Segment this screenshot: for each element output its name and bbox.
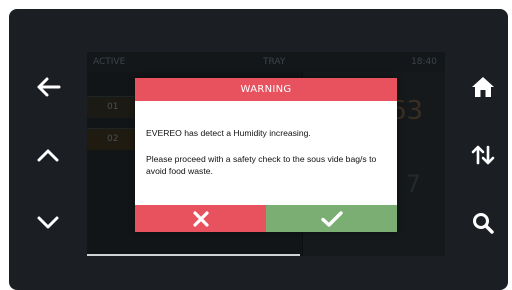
home-icon: [472, 77, 494, 97]
cancel-button[interactable]: [135, 205, 266, 232]
dialog-message: EVEREO has detect a Humidity increasing.: [146, 128, 311, 138]
tray-number: 01: [107, 102, 119, 112]
close-icon: [192, 210, 209, 227]
chevron-down-icon: [37, 216, 59, 229]
tray-number: 02: [107, 134, 119, 144]
chevron-up-icon: [37, 149, 59, 162]
scroll-down-button[interactable]: [30, 205, 66, 241]
search-icon: [473, 213, 494, 234]
home-button[interactable]: [465, 69, 501, 105]
scroll-up-button[interactable]: [30, 137, 66, 173]
progress-line: [87, 254, 300, 256]
header-title: TRAY: [263, 57, 286, 67]
swap-vertical-icon: [471, 145, 495, 165]
sort-button[interactable]: [465, 137, 501, 173]
search-button[interactable]: [465, 205, 501, 241]
warning-dialog: WARNING EVEREO has detect a Humidity inc…: [135, 78, 397, 232]
screen-header: ACTIVE TRAY 18:40: [87, 52, 445, 72]
dialog-instruction: Please proceed with a safety check to th…: [146, 154, 377, 176]
check-icon: [320, 210, 343, 227]
secondary-value: 7: [405, 170, 421, 198]
back-button[interactable]: [30, 69, 66, 105]
header-time: 18:40: [411, 57, 437, 67]
header-status: ACTIVE: [93, 57, 126, 67]
arrow-left-icon: [37, 77, 61, 97]
dialog-title: WARNING: [135, 78, 397, 101]
confirm-button[interactable]: [266, 205, 397, 232]
